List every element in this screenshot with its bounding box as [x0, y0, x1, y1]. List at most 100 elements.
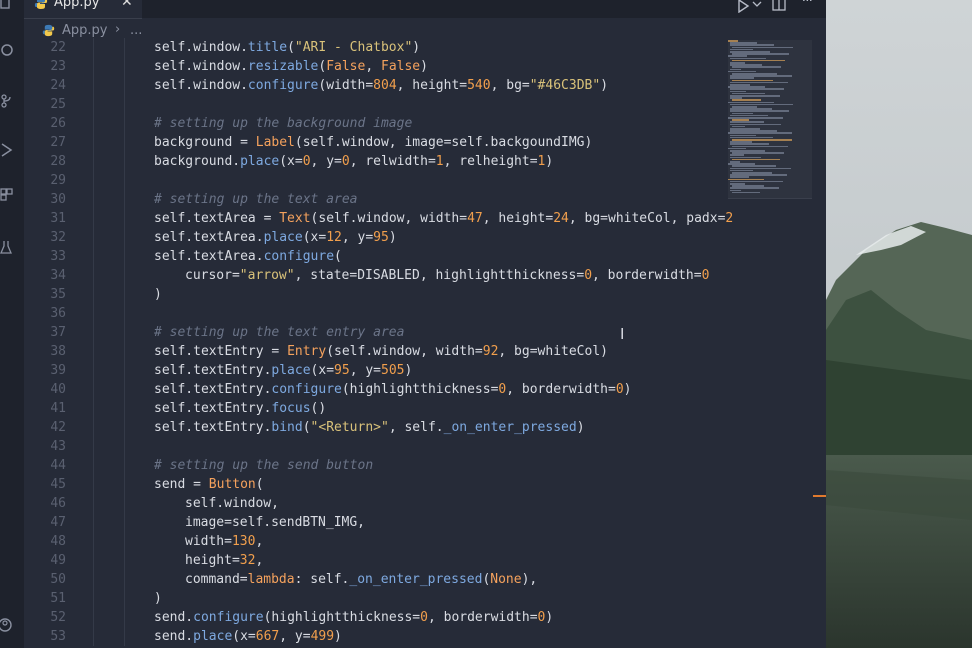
indent-guide — [93, 398, 94, 418]
minimap-line — [732, 191, 760, 194]
indent-guide — [124, 569, 125, 589]
indent-guide — [93, 94, 94, 114]
code-token: , y= — [349, 362, 381, 378]
code-line[interactable]: 34 cursor="arrow", state=DISABLED, highli… — [24, 265, 724, 285]
code-line[interactable]: 26 # setting up the background image — [24, 113, 724, 133]
code-line[interactable]: 52 send.configure(highlightthickness=0, b… — [24, 607, 724, 627]
code-line[interactable]: 33 self.textArea.configure( — [24, 246, 724, 266]
account-icon[interactable] — [0, 618, 14, 632]
code-line[interactable]: 50 command=lambda: self._on_enter_pressed… — [24, 569, 724, 589]
code-token: 95 — [334, 362, 350, 378]
indent-guide — [124, 626, 125, 646]
code-line[interactable]: 51) — [24, 588, 724, 608]
code-line[interactable]: 31 self.textArea = Text(self.window, widt… — [24, 208, 733, 228]
code-line[interactable]: 46 self.window, — [24, 493, 724, 513]
line-number: 24 — [50, 77, 66, 93]
text-cursor-icon: I — [620, 325, 625, 343]
close-icon[interactable]: ✕ — [121, 0, 133, 10]
code-line[interactable]: 25 — [24, 94, 724, 114]
code-line[interactable]: 37 # setting up the text entry area — [24, 322, 724, 342]
indent-guide — [93, 246, 94, 266]
extensions-icon[interactable] — [0, 188, 14, 202]
code-token: , — [365, 58, 381, 74]
indent-guide — [124, 303, 125, 323]
code-text: self.textEntry.focus() — [154, 399, 326, 418]
explorer-icon[interactable] — [0, 0, 14, 10]
code-line[interactable]: 29 — [24, 170, 724, 190]
code-token: ) — [545, 609, 554, 625]
code-line[interactable]: 39 self.textEntry.place(x=95, y=505) — [24, 360, 724, 380]
tab-app-py[interactable]: App.py ✕ — [24, 0, 142, 19]
indent-guide — [124, 379, 125, 399]
code-line[interactable]: 27 background = Label(self.window, image=… — [24, 132, 724, 152]
code-text: self.textEntry.configure(highlightthickn… — [154, 380, 631, 399]
indent-guide — [93, 56, 94, 76]
code-line[interactable]: 40 self.textEntry.configure(highlightthic… — [24, 379, 724, 399]
code-line[interactable]: 42 self.textEntry.bind("<Return>", self._… — [24, 417, 724, 437]
line-number: 35 — [50, 286, 66, 302]
chevron-down-icon[interactable] — [752, 0, 762, 9]
code-token: self.textArea. — [154, 248, 264, 264]
line-number: 23 — [50, 58, 66, 74]
play-icon[interactable] — [736, 0, 750, 13]
code-line[interactable]: 53 send.place(x=667, y=499) — [24, 626, 724, 646]
code-line[interactable]: 35) — [24, 284, 724, 304]
code-token: 12 — [326, 229, 342, 245]
code-token: send. — [154, 609, 194, 625]
code-line[interactable]: 22 self.window.title("ARI - Chatbox") — [24, 37, 724, 57]
split-editor-icon[interactable] — [772, 0, 786, 12]
indent-guide — [93, 284, 94, 304]
code-text: send.configure(highlightthickness=0, bor… — [154, 608, 553, 627]
code-line[interactable]: 23 self.window.resizable(False, False) — [24, 56, 724, 76]
code-token: ) — [600, 77, 609, 93]
code-editor[interactable]: App.py ✕ ··· App.py › ... 22 self.window.… — [0, 0, 826, 648]
code-token: 499 — [310, 628, 335, 644]
code-token: (x= — [279, 153, 303, 169]
code-token: 0 — [302, 153, 311, 169]
indent-guide — [124, 474, 125, 494]
code-line[interactable]: 45 send = Button( — [24, 474, 724, 494]
indent-guide — [93, 493, 94, 513]
code-line[interactable]: 28 background.place(x=0, y=0, relwidth=1,… — [24, 151, 724, 171]
breadcrumb-file[interactable]: App.py — [62, 23, 107, 38]
code-token: ) — [154, 286, 162, 302]
code-line[interactable]: 36 — [24, 303, 724, 323]
code-line[interactable]: 30 # setting up the text area — [24, 189, 724, 209]
code-token: width= — [185, 533, 232, 549]
code-token: 0 — [341, 153, 350, 169]
python-file-icon — [42, 24, 55, 37]
code-line[interactable]: 24 self.window.configure(width=804, heigh… — [24, 75, 724, 95]
code-token: 47 — [467, 210, 483, 226]
minimap[interactable] — [728, 40, 812, 200]
line-number: 43 — [50, 438, 66, 454]
run-debug-icon[interactable] — [0, 143, 14, 157]
indent-guide — [93, 512, 94, 532]
code-line[interactable]: 43 — [24, 436, 724, 456]
indent-guide — [124, 132, 125, 152]
code-line[interactable]: 38 self.textEntry = Entry(self.window, wi… — [24, 341, 724, 361]
breadcrumb-more[interactable]: ... — [130, 23, 142, 38]
line-number: 25 — [50, 96, 66, 112]
code-line[interactable]: 41 self.textEntry.focus() — [24, 398, 724, 418]
indent-guide — [93, 303, 94, 323]
indent-guide — [93, 379, 94, 399]
code-text: self.textEntry = Entry(self.window, widt… — [154, 342, 608, 361]
code-token: resizable — [247, 58, 319, 74]
code-line[interactable]: 49 height=32, — [24, 550, 724, 570]
indent-guide — [124, 75, 125, 95]
code-token: (x= — [302, 229, 327, 245]
code-area[interactable]: 22 self.window.title("ARI - Chatbox") 23 se… — [24, 37, 733, 646]
code-line[interactable]: 32 self.textArea.place(x=12, y=95) — [24, 227, 724, 247]
code-token: bind — [271, 419, 303, 435]
code-line[interactable]: 47 image=self.sendBTN_IMG, — [24, 512, 724, 532]
code-line[interactable]: 44 # setting up the send button — [24, 455, 724, 475]
testing-icon[interactable] — [0, 240, 14, 254]
more-actions-button[interactable]: ··· — [802, 0, 813, 9]
search-icon[interactable] — [0, 44, 14, 58]
code-token: , borderwidth= — [592, 267, 702, 283]
code-line[interactable]: 48 width=130, — [24, 531, 724, 551]
code-token: None — [490, 571, 522, 587]
code-token: "ARI - Chatbox" — [294, 39, 413, 55]
source-control-icon[interactable] — [0, 94, 14, 108]
code-token: height= — [185, 552, 240, 568]
